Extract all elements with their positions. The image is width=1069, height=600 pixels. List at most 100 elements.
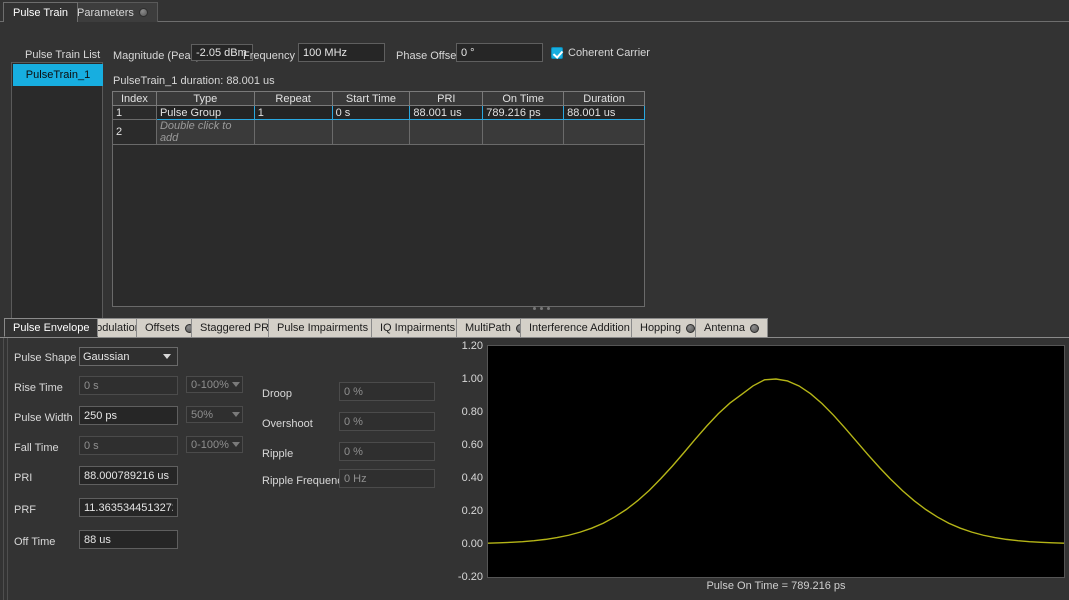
table-row-add[interactable]: 2 Double click to add bbox=[113, 120, 645, 145]
upper-panel: Pulse Train List PulseTrain_1 Magnitude … bbox=[0, 22, 1069, 312]
tab-label: Pulse Envelope bbox=[13, 322, 89, 334]
chart-caption: Pulse On Time = 789.216 ps bbox=[487, 580, 1065, 592]
list-item-pulsetrain-1[interactable]: PulseTrain_1 bbox=[13, 64, 103, 86]
fall-time-label: Fall Time bbox=[14, 442, 59, 454]
off-time-input[interactable] bbox=[79, 530, 178, 549]
overshoot-label: Overshoot bbox=[262, 418, 313, 430]
col-pri: PRI bbox=[410, 92, 483, 106]
status-dot-icon bbox=[139, 8, 148, 17]
cell-duration[interactable] bbox=[564, 120, 645, 145]
ripple-frequency-input[interactable] bbox=[339, 469, 435, 488]
top-tab-bar: Pulse Train S-Parameters bbox=[0, 0, 1069, 22]
col-duration: Duration bbox=[564, 92, 645, 106]
tab-label: IQ Impairments bbox=[380, 322, 455, 334]
cell-index: 1 bbox=[113, 106, 157, 120]
pulse-shape-label: Pulse Shape bbox=[14, 352, 76, 364]
cell-start-time[interactable]: 0 s bbox=[332, 106, 410, 120]
pri-label: PRI bbox=[14, 472, 32, 484]
coherent-carrier-label: Coherent Carrier bbox=[568, 47, 650, 59]
duration-text: PulseTrain_1 duration: 88.001 us bbox=[113, 75, 275, 87]
cell-on-time[interactable] bbox=[483, 120, 564, 145]
cell-type[interactable]: Pulse Group bbox=[156, 106, 254, 120]
rise-time-label: Rise Time bbox=[14, 382, 63, 394]
tab-pulse-train[interactable]: Pulse Train bbox=[3, 2, 78, 22]
y-axis-tick-label: 0.00 bbox=[445, 538, 483, 550]
pulse-train-list-title: Pulse Train List bbox=[25, 49, 100, 61]
tab-label: Offsets bbox=[145, 322, 180, 334]
cell-start-time[interactable] bbox=[332, 120, 410, 145]
col-on-time: On Time bbox=[483, 92, 564, 106]
ripple-label: Ripple bbox=[262, 448, 293, 460]
ripple-input[interactable] bbox=[339, 442, 435, 461]
tab-pulse-train-label: Pulse Train bbox=[13, 7, 68, 19]
ripple-frequency-label: Ripple Frequency bbox=[262, 475, 348, 487]
col-index: Index bbox=[113, 92, 157, 106]
y-axis-tick-label: 0.80 bbox=[445, 406, 483, 418]
pulse-train-list[interactable]: PulseTrain_1 bbox=[11, 62, 103, 327]
grip-dot-icon bbox=[547, 307, 550, 310]
cell-pri[interactable]: 88.001 us bbox=[410, 106, 483, 120]
fall-time-input[interactable] bbox=[79, 436, 178, 455]
pulse-trace bbox=[488, 346, 1064, 577]
pulse-width-unit-select[interactable] bbox=[186, 406, 243, 423]
panel-splitter[interactable] bbox=[0, 303, 1069, 313]
table-empty-area bbox=[112, 135, 645, 307]
coherent-carrier-checkbox[interactable]: Coherent Carrier bbox=[551, 47, 650, 59]
off-time-label: Off Time bbox=[14, 536, 55, 548]
table-row[interactable]: 1 Pulse Group 1 0 s 88.001 us 789.216 ps… bbox=[113, 106, 645, 120]
frequency-label: Frequency bbox=[243, 50, 295, 62]
pulse-envelope-chart: 1.20 1.00 0.80 0.60 0.40 0.20 0.00 -0.20 Pulse … bbox=[445, 340, 1065, 598]
tab-label: Interference Addition bbox=[529, 322, 630, 334]
cell-add-hint[interactable]: Double click to add bbox=[156, 120, 254, 145]
overshoot-input[interactable] bbox=[339, 412, 435, 431]
pulse-table[interactable]: Index Type Repeat Start Time PRI On Time… bbox=[112, 91, 645, 145]
cell-repeat[interactable] bbox=[254, 120, 332, 145]
phase-offset-input[interactable] bbox=[456, 43, 543, 62]
tab-label: Pulse Impairments bbox=[277, 322, 368, 334]
panel-divider bbox=[7, 338, 8, 600]
rise-time-unit-select[interactable] bbox=[186, 376, 243, 393]
col-type: Type bbox=[156, 92, 254, 106]
cell-repeat[interactable]: 1 bbox=[254, 106, 332, 120]
tab-label: Antenna bbox=[704, 322, 745, 334]
cell-pri[interactable] bbox=[410, 120, 483, 145]
pulse-width-label: Pulse Width bbox=[14, 412, 73, 424]
panel-divider bbox=[3, 338, 4, 600]
pulse-width-input[interactable] bbox=[79, 406, 178, 425]
fall-time-unit-select[interactable] bbox=[186, 436, 243, 453]
status-dot-icon bbox=[686, 324, 695, 333]
droop-input[interactable] bbox=[339, 382, 435, 401]
chart-plot-area bbox=[487, 345, 1065, 578]
tab-label: Staggered PRI bbox=[200, 322, 272, 334]
cell-on-time[interactable]: 789.216 ps bbox=[483, 106, 564, 120]
list-item-label: PulseTrain_1 bbox=[26, 69, 90, 81]
rise-time-input[interactable] bbox=[79, 376, 178, 395]
cell-index: 2 bbox=[113, 120, 157, 145]
col-start-time: Start Time bbox=[332, 92, 410, 106]
cell-duration[interactable]: 88.001 us bbox=[564, 106, 645, 120]
grip-dot-icon bbox=[540, 307, 543, 310]
table-header-row: Index Type Repeat Start Time PRI On Time… bbox=[113, 92, 645, 106]
y-axis-tick-label: 0.20 bbox=[445, 505, 483, 517]
y-axis-tick-label: 0.40 bbox=[445, 472, 483, 484]
droop-label: Droop bbox=[262, 388, 292, 400]
y-axis-tick-label: 0.60 bbox=[445, 439, 483, 451]
tab-pulse-envelope[interactable]: Pulse Envelope bbox=[4, 318, 98, 337]
y-axis-tick-label: 1.20 bbox=[445, 340, 483, 352]
prf-input[interactable] bbox=[79, 498, 178, 517]
prf-label: PRF bbox=[14, 504, 36, 516]
tab-label: MultiPath bbox=[465, 322, 511, 334]
tab-label: Hopping bbox=[640, 322, 681, 334]
tab-antenna[interactable]: Antenna bbox=[695, 318, 768, 337]
grip-dot-icon bbox=[533, 307, 536, 310]
tab-hopping[interactable]: Hopping bbox=[631, 318, 704, 337]
magnitude-label: Magnitude (Peak) bbox=[113, 50, 200, 62]
pulse-train-editor-window: Pulse Train S-Parameters Pulse Train Lis… bbox=[0, 0, 1069, 600]
frequency-input[interactable] bbox=[298, 43, 385, 62]
y-axis-tick-label: -0.20 bbox=[445, 571, 483, 583]
checkmark-icon bbox=[551, 47, 563, 59]
status-dot-icon bbox=[750, 324, 759, 333]
pri-input[interactable] bbox=[79, 466, 178, 485]
y-axis-tick-label: 1.00 bbox=[445, 373, 483, 385]
pulse-shape-select[interactable]: Gaussian bbox=[79, 347, 178, 366]
